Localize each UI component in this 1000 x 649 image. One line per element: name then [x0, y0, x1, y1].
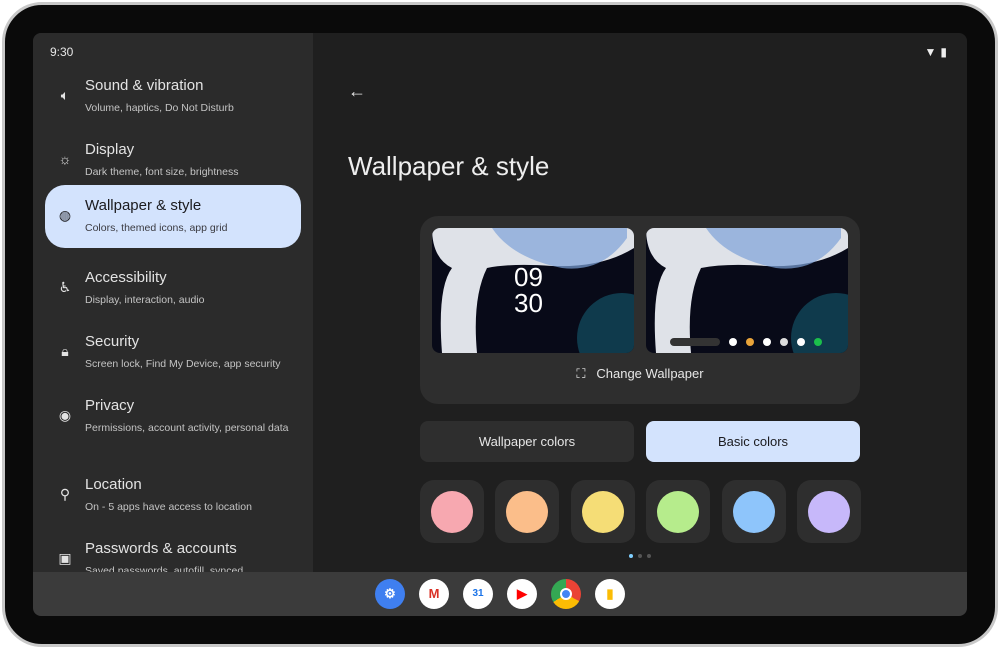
status-time: 9:30	[50, 45, 74, 59]
sidebar-item-title: Passwords & accounts	[85, 540, 237, 557]
settings-app-icon[interactable]: ⚙	[375, 579, 405, 609]
color-circle	[431, 491, 473, 533]
sidebar-item-subtitle: Saved passwords, autofill, synced	[85, 565, 244, 572]
sidebar-item-title: Accessibility	[85, 269, 167, 286]
lock-clock-minutes: 30	[514, 288, 543, 318]
sidebar-item-location[interactable]: ⚲ Location On - 5 apps have access to loca…	[45, 464, 301, 527]
calendar-app-icon[interactable]: 31	[463, 579, 493, 609]
wallpaper-icon: ⛶	[576, 366, 586, 381]
sidebar-item-security[interactable]: 🔒︎ Security Screen lock, Find My Device, a…	[45, 321, 301, 384]
brightness-icon: ☼	[58, 151, 72, 167]
status-icons: ▼ ▮	[925, 45, 948, 59]
sidebar-item-subtitle: Screen lock, Find My Device, app securit…	[85, 358, 281, 370]
wifi-icon: ▼	[924, 45, 937, 59]
tab-wallpaper-colors[interactable]: Wallpaper colors	[420, 421, 634, 462]
account-box-icon: ▣	[58, 550, 72, 566]
color-swatch[interactable]	[570, 480, 635, 543]
taskbar: ⚙ M 31 ▶ ▮	[33, 572, 967, 616]
lock-clock-hours: 09	[514, 262, 543, 292]
sidebar-item-passwords-accounts[interactable]: ▣ Passwords & accounts Saved passwords, au…	[45, 528, 301, 572]
sidebar-item-subtitle: Permissions, account activity, personal …	[85, 422, 289, 434]
sidebar-item-title: Wallpaper & style	[85, 197, 202, 214]
accessibility-icon: ♿︎	[58, 279, 72, 295]
change-wallpaper-button[interactable]: ⛶ Change Wallpaper	[420, 366, 860, 382]
sidebar-item-subtitle: Dark theme, font size, brightness	[85, 166, 239, 178]
color-swatch[interactable]	[646, 480, 711, 543]
sidebar-item-subtitle: Volume, haptics, Do Not Disturb	[85, 102, 234, 114]
color-circle	[808, 491, 850, 533]
sidebar-item-display[interactable]: ☼ Display Dark theme, font size, brightnes…	[45, 129, 301, 192]
page-indicator	[629, 554, 651, 558]
sidebar-item-accessibility[interactable]: ♿︎ Accessibility Display, interaction, aud…	[45, 257, 301, 320]
color-circle	[732, 491, 775, 533]
sidebar-item-subtitle: On - 5 apps have access to location	[85, 501, 252, 513]
screen: 9:30 🔈︎ Sound & vibration Volume, haptics,…	[33, 33, 967, 572]
palette-icon: ◍	[58, 207, 72, 223]
chrome-app-icon[interactable]	[551, 579, 581, 609]
sidebar-item-title: Location	[85, 476, 142, 493]
sidebar-item-privacy[interactable]: ◉ Privacy Permissions, account activity, p…	[45, 385, 301, 448]
location-pin-icon: ⚲	[59, 486, 71, 502]
page-title: Wallpaper & style	[348, 151, 550, 181]
lock-icon: 🔒︎	[61, 343, 69, 359]
gmail-app-icon[interactable]: M	[419, 579, 449, 609]
wallpaper-preview-card[interactable]: 09 30 ⛶ Change Wallpaper	[420, 216, 860, 404]
settings-sidebar: 9:30 🔈︎ Sound & vibration Volume, haptics,…	[33, 33, 313, 572]
sidebar-item-wallpaper-style[interactable]: ◍ Wallpaper & style Colors, themed icons, …	[45, 185, 301, 248]
color-swatch[interactable]	[495, 480, 560, 543]
youtube-app-icon[interactable]: ▶	[507, 579, 537, 609]
color-swatch[interactable]	[721, 480, 786, 543]
back-button[interactable]: ←	[348, 81, 366, 102]
sidebar-item-subtitle: Colors, themed icons, app grid	[85, 222, 228, 234]
color-circle	[506, 491, 549, 533]
color-circle	[581, 491, 624, 533]
lock-screen-preview[interactable]: 09 30	[432, 228, 634, 353]
volume-icon: 🔈︎	[60, 87, 70, 103]
sidebar-item-sound-vibration[interactable]: 🔈︎ Sound & vibration Volume, haptics, Do N…	[45, 65, 301, 128]
keep-app-icon[interactable]: ▮	[595, 579, 625, 609]
sidebar-item-title: Security	[85, 333, 140, 350]
tab-basic-colors[interactable]: Basic colors	[646, 421, 860, 462]
color-circle	[657, 491, 700, 533]
home-screen-preview[interactable]	[646, 228, 848, 353]
sidebar-item-title: Sound & vibration	[85, 77, 204, 94]
color-swatch[interactable]	[420, 480, 484, 543]
sidebar-item-title: Display	[85, 141, 135, 158]
sidebar-item-title: Privacy	[85, 397, 135, 414]
battery-icon: ▮	[940, 45, 947, 59]
eye-icon: ◉	[58, 407, 72, 423]
color-swatch[interactable]	[797, 480, 861, 543]
sidebar-item-subtitle: Display, interaction, audio	[85, 294, 205, 306]
